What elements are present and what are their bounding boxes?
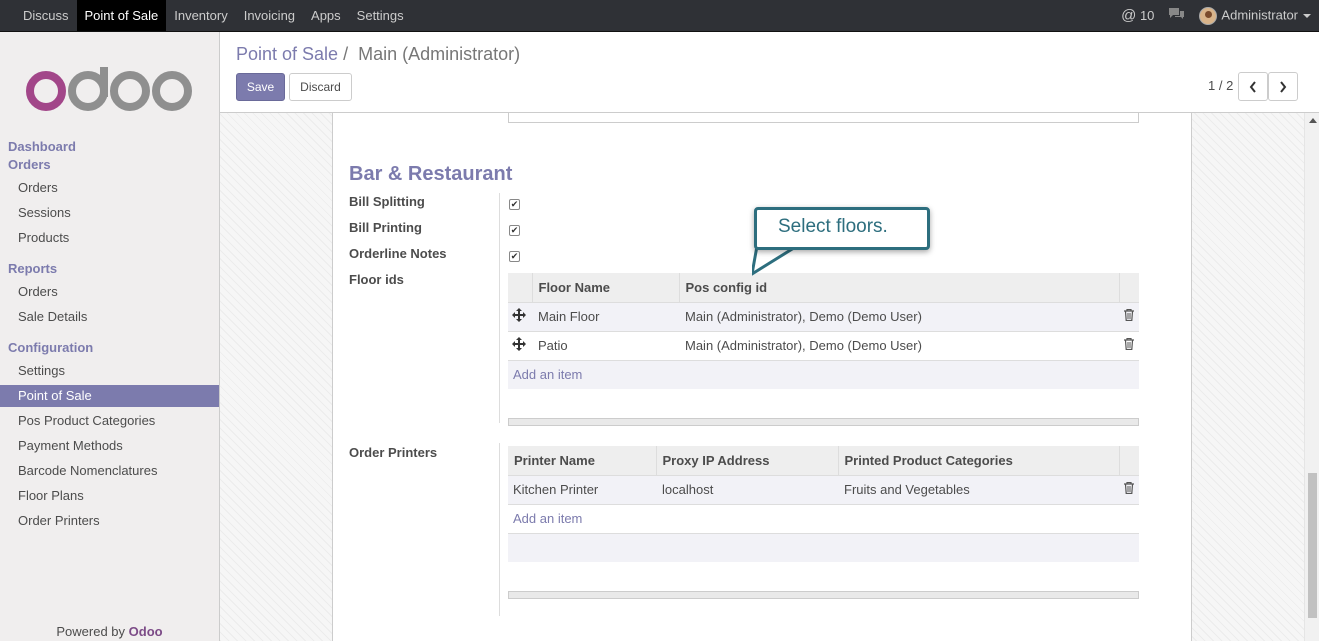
sidebar-item-pos-product-categories[interactable]: Pos Product Categories — [0, 410, 219, 432]
table-row[interactable]: Main Floor Main (Administrator), Demo (D… — [508, 301, 1139, 331]
orderline-notes-label: Orderline Notes — [349, 246, 447, 261]
proxy-ip-cell[interactable]: localhost — [656, 474, 838, 504]
menu-inventory[interactable]: Inventory — [166, 0, 235, 31]
scrollbar-thumb[interactable] — [1308, 473, 1317, 618]
sidebar-item-barcode-nomenclatures[interactable]: Barcode Nomenclatures — [0, 460, 219, 482]
user-name: Administrator — [1221, 6, 1298, 22]
form-sheet: Bar & Restaurant Bill Splitting Bill Pri… — [332, 113, 1192, 641]
trash-icon[interactable] — [1119, 330, 1139, 360]
tour-tooltip: Select floors. — [754, 207, 930, 250]
pos-config-cell[interactable]: Main (Administrator), Demo (Demo User) — [679, 330, 1119, 360]
bill-printing-checkbox[interactable]: ✔ — [509, 225, 520, 236]
sidebar-item-point-of-sale[interactable]: Point of Sale — [0, 385, 219, 407]
drag-handle-icon[interactable] — [508, 330, 532, 360]
form-view: Bar & Restaurant Bill Splitting Bill Pri… — [220, 113, 1319, 641]
column-header[interactable]: Printed Product Categories — [838, 446, 1120, 475]
sidebar-head-reports: Reports — [8, 261, 58, 276]
user-menu[interactable]: Administrator — [1199, 6, 1311, 25]
chat-icon[interactable] — [1168, 7, 1185, 24]
sidebar-dashboard[interactable]: Dashboard — [8, 139, 76, 154]
sidebar-item-sessions[interactable]: Sessions — [0, 202, 219, 224]
printed-categories-cell[interactable]: Fruits and Vegetables — [838, 474, 1119, 504]
powered-by-link[interactable]: Odoo — [129, 624, 163, 639]
mentions-count: 10 — [1139, 8, 1155, 23]
app-menu: Discuss Point of Sale Inventory Invoicin… — [15, 0, 412, 31]
printer-name-cell[interactable]: Kitchen Printer — [508, 474, 656, 504]
sidebar-head-orders: Orders — [8, 157, 51, 172]
floor-ids-label: Floor ids — [349, 272, 404, 287]
trash-icon[interactable] — [1119, 474, 1139, 504]
section-title: Bar & Restaurant — [349, 163, 513, 185]
label-divider — [499, 443, 500, 616]
handle-column-header — [508, 273, 533, 302]
column-header[interactable]: Printer Name — [508, 446, 657, 475]
trash-column-header — [1119, 446, 1139, 475]
column-header[interactable]: Floor Name — [532, 273, 680, 302]
sidebar-item-report-orders[interactable]: Orders — [0, 281, 219, 303]
menu-point-of-sale[interactable]: Point of Sale — [76, 0, 167, 31]
menu-invoicing[interactable]: Invoicing — [236, 0, 303, 31]
save-button[interactable]: Save — [236, 73, 285, 101]
orderline-notes-checkbox[interactable]: ✔ — [509, 251, 520, 262]
notes-textarea[interactable] — [508, 113, 1139, 123]
menu-discuss[interactable]: Discuss — [15, 0, 77, 31]
bill-splitting-checkbox[interactable]: ✔ — [509, 199, 520, 210]
mentions-button[interactable]: @ 10 — [1121, 7, 1154, 24]
pager-next-button[interactable] — [1268, 72, 1298, 101]
printers-table: Printer Name Proxy IP Address Printed Pr… — [508, 446, 1139, 562]
breadcrumb-separator: / — [343, 44, 349, 64]
order-printers-label: Order Printers — [349, 445, 438, 460]
sidebar-item-order-printers[interactable]: Order Printers — [0, 510, 219, 532]
chevron-down-icon — [1303, 13, 1311, 18]
floors-table-footer — [508, 418, 1139, 426]
chevron-left-icon — [1249, 80, 1256, 93]
sidebar: Dashboard Orders Orders Sessions Product… — [0, 32, 220, 641]
bill-printing-label: Bill Printing — [349, 220, 422, 235]
sidebar-item-settings[interactable]: Settings — [0, 360, 219, 382]
sidebar-item-floor-plans[interactable]: Floor Plans — [0, 485, 219, 507]
table-row[interactable]: Kitchen Printer localhost Fruits and Veg… — [508, 474, 1139, 504]
table-row[interactable]: Patio Main (Administrator), Demo (Demo U… — [508, 330, 1139, 360]
pager-value: 1 / 2 — [1208, 78, 1234, 93]
sidebar-item-payment-methods[interactable]: Payment Methods — [0, 435, 219, 457]
drag-handle-icon[interactable] — [508, 301, 532, 331]
floors-table: Floor Name Pos config id Main Floor Main… — [508, 273, 1139, 389]
bill-splitting-label: Bill Splitting — [349, 194, 425, 209]
add-printer-link[interactable]: Add an item — [508, 503, 1139, 533]
column-header[interactable]: Proxy IP Address — [656, 446, 839, 475]
avatar — [1199, 6, 1218, 25]
sidebar-item-products[interactable]: Products — [0, 227, 219, 249]
tooltip-pointer — [752, 246, 800, 276]
floor-name-cell[interactable]: Patio — [532, 330, 679, 360]
chevron-right-icon — [1280, 80, 1287, 93]
column-header[interactable]: Pos config id — [679, 273, 1120, 302]
menu-settings[interactable]: Settings — [349, 0, 412, 31]
sidebar-item-sale-details[interactable]: Sale Details — [0, 306, 219, 328]
top-navbar: Discuss Point of Sale Inventory Invoicin… — [0, 0, 1319, 32]
empty-row — [508, 532, 1139, 562]
menu-apps[interactable]: Apps — [303, 0, 349, 31]
powered-by: Powered by Odoo — [56, 624, 163, 639]
breadcrumb-parent[interactable]: Point of Sale — [236, 44, 338, 64]
trash-column-header — [1119, 273, 1139, 302]
at-icon: @ — [1121, 7, 1137, 24]
control-panel: Point of Sale / Main (Administrator) Sav… — [220, 32, 1319, 113]
label-divider — [499, 193, 500, 423]
scroll-up-arrow-icon[interactable] — [1309, 118, 1317, 123]
scrollbar[interactable] — [1304, 113, 1319, 641]
floor-name-cell[interactable]: Main Floor — [532, 301, 679, 331]
pager-previous-button[interactable] — [1238, 72, 1268, 101]
breadcrumb: Point of Sale / Main (Administrator) — [236, 44, 520, 65]
printers-table-footer — [508, 591, 1139, 599]
odoo-logo — [26, 67, 192, 111]
breadcrumb-current: Main (Administrator) — [358, 44, 521, 64]
sidebar-head-configuration: Configuration — [8, 340, 94, 355]
add-floor-link[interactable]: Add an item — [508, 359, 1139, 389]
sidebar-item-orders[interactable]: Orders — [0, 177, 219, 199]
discard-button[interactable]: Discard — [289, 73, 352, 101]
pos-config-cell[interactable]: Main (Administrator), Demo (Demo User) — [679, 301, 1119, 331]
trash-icon[interactable] — [1119, 301, 1139, 331]
